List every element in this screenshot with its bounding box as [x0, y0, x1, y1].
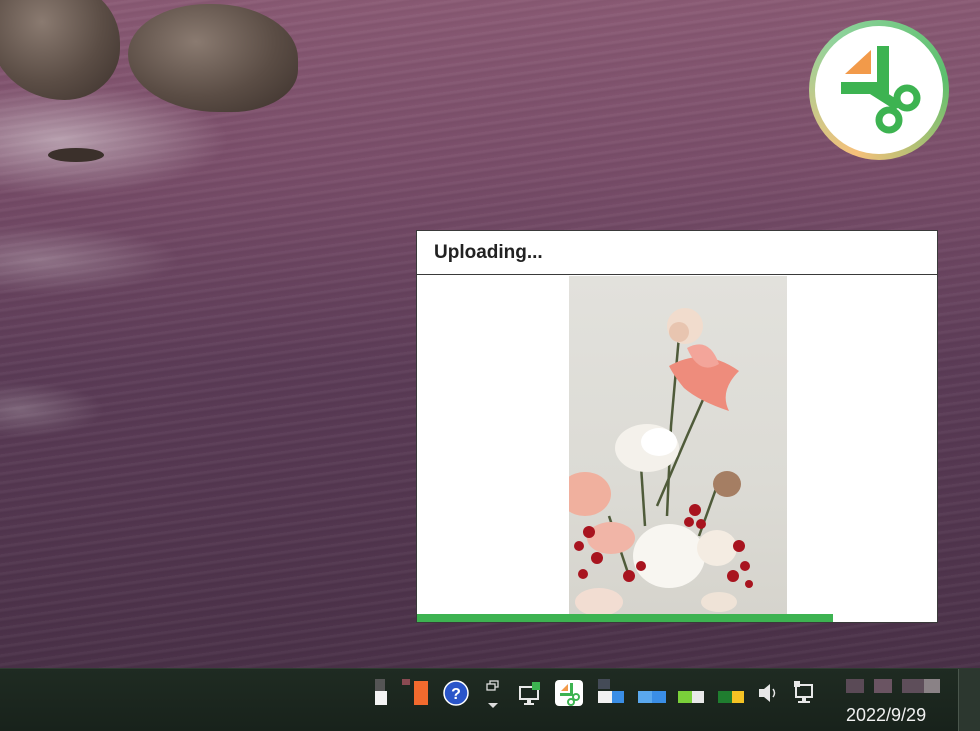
app-tray-icon[interactable] — [554, 679, 584, 709]
svg-text:?: ? — [451, 686, 461, 703]
scissors-cut-icon — [841, 46, 921, 134]
uploaded-image-preview — [569, 276, 787, 614]
upload-dialog-title: Uploading... — [417, 231, 937, 275]
display-icon[interactable] — [792, 679, 820, 709]
volume-icon[interactable] — [756, 679, 780, 709]
upload-dialog: Uploading... — [416, 230, 938, 623]
desktop-wallpaper: Uploading... — [0, 0, 980, 668]
screenshot-app-floating-icon[interactable] — [809, 20, 949, 160]
network-icon[interactable] — [516, 679, 544, 709]
tray-app-icon[interactable] — [372, 679, 412, 709]
upload-progress-bar — [417, 614, 937, 622]
wallpaper-rock — [128, 4, 298, 112]
window-switch-icon[interactable] — [484, 679, 502, 709]
clock-date[interactable]: 2022/9/29 — [846, 705, 926, 726]
tray-app-icon[interactable] — [596, 679, 630, 709]
taskbar: ? 2022/9/29 — [0, 668, 980, 731]
wallpaper-rock — [48, 148, 104, 162]
tray-app-icon[interactable] — [716, 679, 750, 709]
tray-app-icon[interactable] — [676, 679, 710, 709]
tray-app-icon[interactable] — [410, 679, 432, 709]
show-desktop-button[interactable] — [958, 669, 980, 731]
upload-progress-fill — [417, 614, 833, 622]
wallpaper-rock — [0, 0, 120, 100]
flower-photo-icon — [569, 308, 753, 614]
clock-time — [846, 679, 942, 693]
help-icon[interactable]: ? — [440, 679, 472, 709]
tray-app-icon[interactable] — [636, 679, 668, 709]
